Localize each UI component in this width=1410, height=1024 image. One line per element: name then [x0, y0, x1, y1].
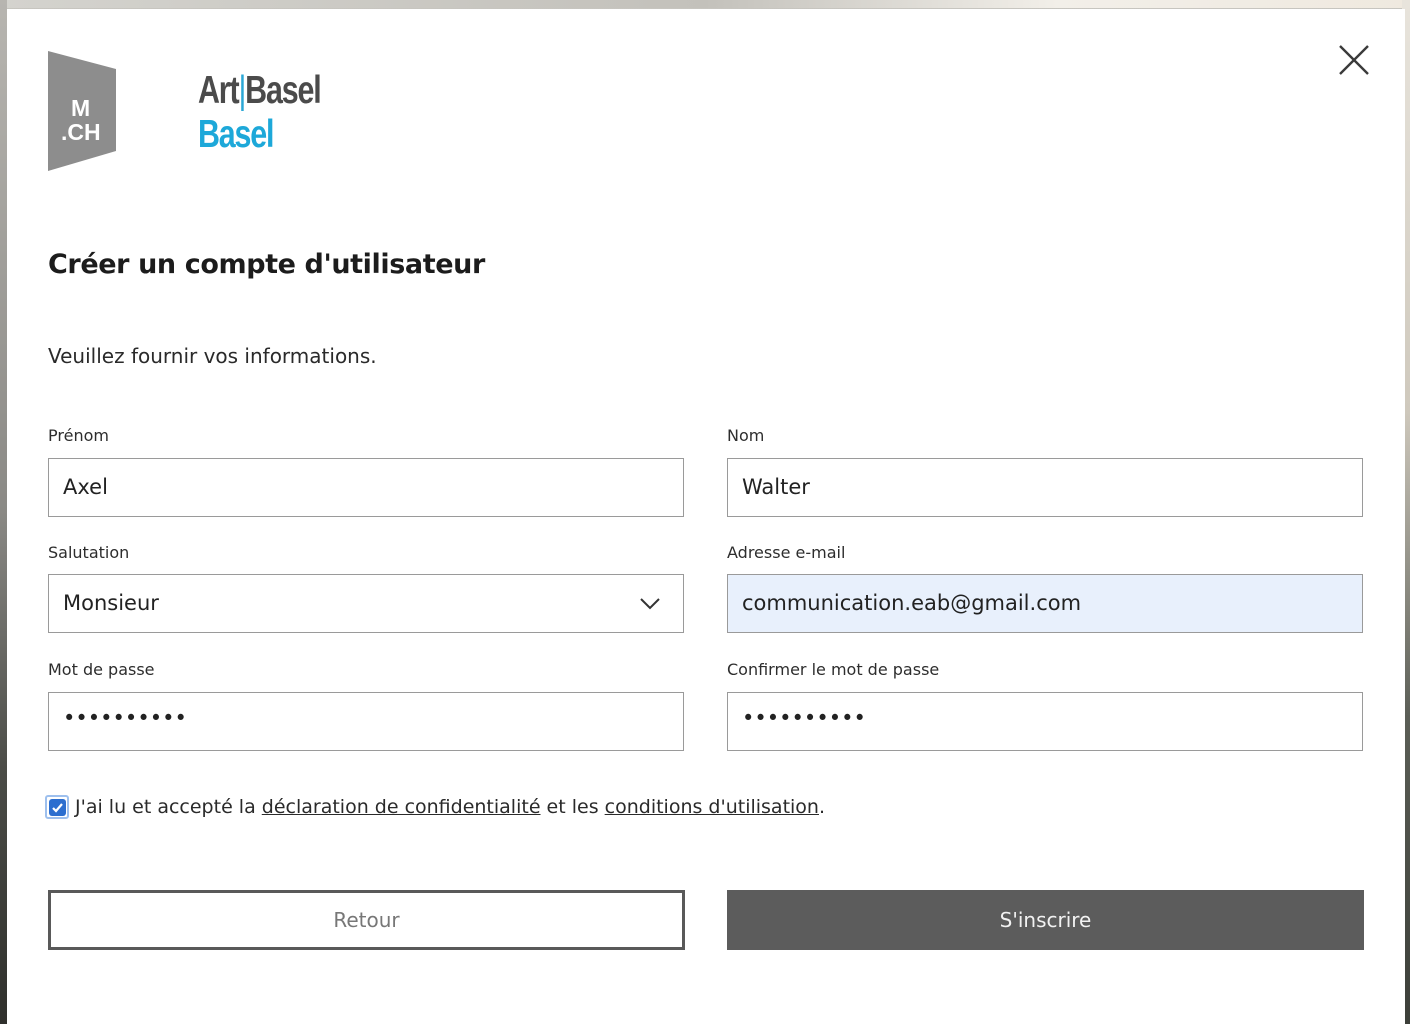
art-basel-logo-wordmark: Art|Basel: [198, 69, 322, 113]
back-button[interactable]: Retour: [48, 890, 685, 950]
register-button[interactable]: S'inscrire: [727, 890, 1364, 950]
confirm-password-field[interactable]: ••••••••••: [727, 692, 1363, 751]
close-icon: [1339, 45, 1369, 75]
salutation-label: Salutation: [48, 543, 130, 562]
page-title: Créer un compte d'utilisateur: [48, 249, 485, 280]
mch-logo-line2: .CH: [61, 119, 101, 145]
consent-text-before: J'ai lu et accepté la: [75, 796, 262, 818]
confirm-password-label: Confirmer le mot de passe: [727, 660, 940, 679]
password-field[interactable]: ••••••••••: [48, 692, 684, 751]
email-field[interactable]: communication.eab@gmail.com: [727, 574, 1363, 633]
consent-checkbox[interactable]: [45, 795, 69, 819]
intro-text: Veuillez fournir vos informations.: [48, 344, 377, 368]
art-basel-logo: Art|Basel Basel: [198, 69, 338, 169]
chevron-down-icon: [640, 598, 660, 610]
consent-row: J'ai lu et accepté la déclaration de con…: [45, 792, 825, 822]
background-strip-left: [0, 0, 7, 1024]
last-name-label: Nom: [727, 426, 765, 445]
email-label: Adresse e-mail: [727, 543, 846, 562]
art-basel-logo-basel: Basel: [245, 69, 321, 112]
terms-of-use-link[interactable]: conditions d'utilisation: [605, 796, 819, 818]
signup-modal: M .CH Art|Basel Basel Créer un compte d'…: [7, 9, 1405, 1024]
checkbox-fill: [48, 798, 66, 816]
salutation-select[interactable]: Monsieur: [48, 574, 684, 633]
art-basel-logo-art: Art: [198, 69, 240, 112]
salutation-value: Monsieur: [63, 591, 159, 615]
password-label: Mot de passe: [48, 660, 155, 679]
consent-text: J'ai lu et accepté la déclaration de con…: [75, 796, 825, 818]
first-name-label: Prénom: [48, 426, 109, 445]
consent-text-middle: et les: [540, 796, 605, 818]
privacy-policy-link[interactable]: déclaration de confidentialité: [262, 796, 541, 818]
last-name-field[interactable]: Walter: [727, 458, 1363, 517]
checkmark-icon: [51, 802, 63, 813]
mch-logo: M .CH: [48, 51, 116, 171]
mch-logo-line1: M: [71, 95, 90, 121]
first-name-field[interactable]: Axel: [48, 458, 684, 517]
close-button[interactable]: [1338, 44, 1370, 76]
consent-text-after: .: [818, 796, 826, 818]
art-basel-logo-city: Basel: [198, 113, 275, 156]
background-strip-top: [0, 0, 1410, 8]
